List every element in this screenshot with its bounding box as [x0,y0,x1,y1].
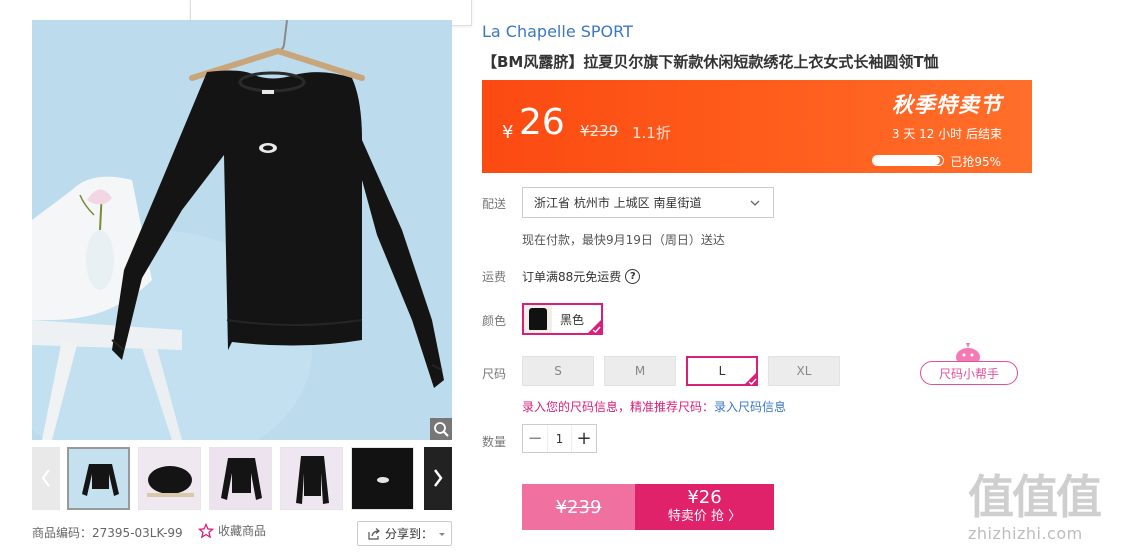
brand-link[interactable]: La Chapelle SPORT [482,22,633,41]
quantity-input[interactable]: 1 [547,425,572,452]
shipping-label: 运费 [482,270,507,284]
color-option-black[interactable]: 黑色 [522,303,603,335]
watermark-logo: 值值值 [968,470,1102,524]
thumbnail-4[interactable] [280,447,343,510]
size-option-m[interactable]: M [604,356,676,386]
thumbnail-3[interactable] [209,447,272,510]
chevron-down-icon [750,200,760,206]
quantity-stepper: − 1 + [522,424,597,453]
size-tip: 录入您的尺码信息，精准推荐尺码：录入尺码信息 [522,398,786,415]
delivery-label: 配送 [482,197,507,211]
size-helper-button[interactable]: 尺码小帮手 [920,339,1018,386]
delivery-estimate: 现在付款，最快9月19日（周日）送达 [522,233,725,247]
main-product-image[interactable] [32,20,452,440]
selected-check-icon [587,319,602,334]
size-label: 尺码 [482,367,507,381]
product-code-label: 商品编码： [32,526,93,540]
buy-original-price: ¥239 [522,484,635,530]
quantity-decrease-button[interactable]: − [523,425,547,452]
product-title: 【BM风露脐】拉夏贝尔旗下新款休闲短款绣花上衣女式长袖圆领T恤 [482,53,939,71]
share-label: 分享到： [385,527,434,541]
product-photo [32,20,452,440]
quantity-label: 数量 [482,435,507,449]
thumb-prev-button[interactable] [32,447,60,510]
favorite-button[interactable]: 收藏商品 [198,522,266,539]
address-select[interactable]: 浙江省 杭州市 上城区 南星街道 [522,187,774,218]
quantity-increase-button[interactable]: + [572,425,596,452]
zoom-icon[interactable] [430,418,452,440]
watermark-site: zhizhizhi.com [968,524,1083,543]
shipping-info: 订单满88元免运费 ? [522,268,641,285]
color-option-label: 黑色 [560,312,585,327]
thumb-next-button[interactable] [424,447,452,510]
share-icon [368,527,380,540]
original-price: ¥239 [580,122,619,140]
favorite-label: 收藏商品 [218,524,267,538]
product-code: 商品编码：27395-03LK-99 [32,524,183,541]
shipping-text: 订单满88元免运费 [522,270,622,284]
thumbnail-5[interactable] [351,447,414,510]
size-option-l[interactable]: L [686,356,758,386]
buy-price: ¥26 [687,487,722,508]
watermark: 值值值 zhizhizhi.com [968,472,1118,552]
sold-progress-bar [872,155,944,166]
chevron-left-icon [41,469,50,487]
share-button[interactable]: 分享到： [357,521,452,546]
size-helper-label: 尺码小帮手 [920,361,1018,385]
price-currency: ¥ [502,122,514,143]
size-option-s[interactable]: S [522,356,594,386]
size-tip-link[interactable]: 录入尺码信息 [714,400,786,414]
sold-percentage: 已抢95% [950,155,1001,169]
size-option-l-label: L [718,364,726,378]
address-value: 浙江省 杭州市 上城区 南星街道 [534,196,702,210]
thumbnail-strip [32,447,452,510]
size-tip-text: 录入您的尺码信息，精准推荐尺码： [522,400,715,414]
thumbnail-2[interactable] [138,447,201,510]
thumbnail-1[interactable] [67,447,130,510]
selected-check-icon [743,371,758,386]
star-icon [198,522,214,538]
discount-rate: 1.1折 [632,124,671,142]
product-code-value: 27395-03LK-99 [92,526,183,540]
color-swatch [524,305,552,333]
chevron-right-icon [434,469,443,487]
buy-now-button[interactable]: ¥26 特卖价 抢 〉 [635,484,774,530]
question-circle-icon[interactable]: ? [625,269,641,284]
event-name: 秋季特卖节 [892,93,1002,117]
promo-banner: ¥ 26 ¥239 1.1折 秋季特卖节 3 天 12 小时 后结束 已抢95% [482,80,1032,173]
size-option-xl[interactable]: XL [768,356,840,386]
caret-down-icon [439,532,445,536]
sold-progress-fill [873,156,940,165]
buy-action-label: 特卖价 抢 〉 [667,509,742,524]
sale-price: 26 [519,102,565,143]
countdown: 3 天 12 小时 后结束 [891,127,1002,141]
color-label: 颜色 [482,314,507,328]
